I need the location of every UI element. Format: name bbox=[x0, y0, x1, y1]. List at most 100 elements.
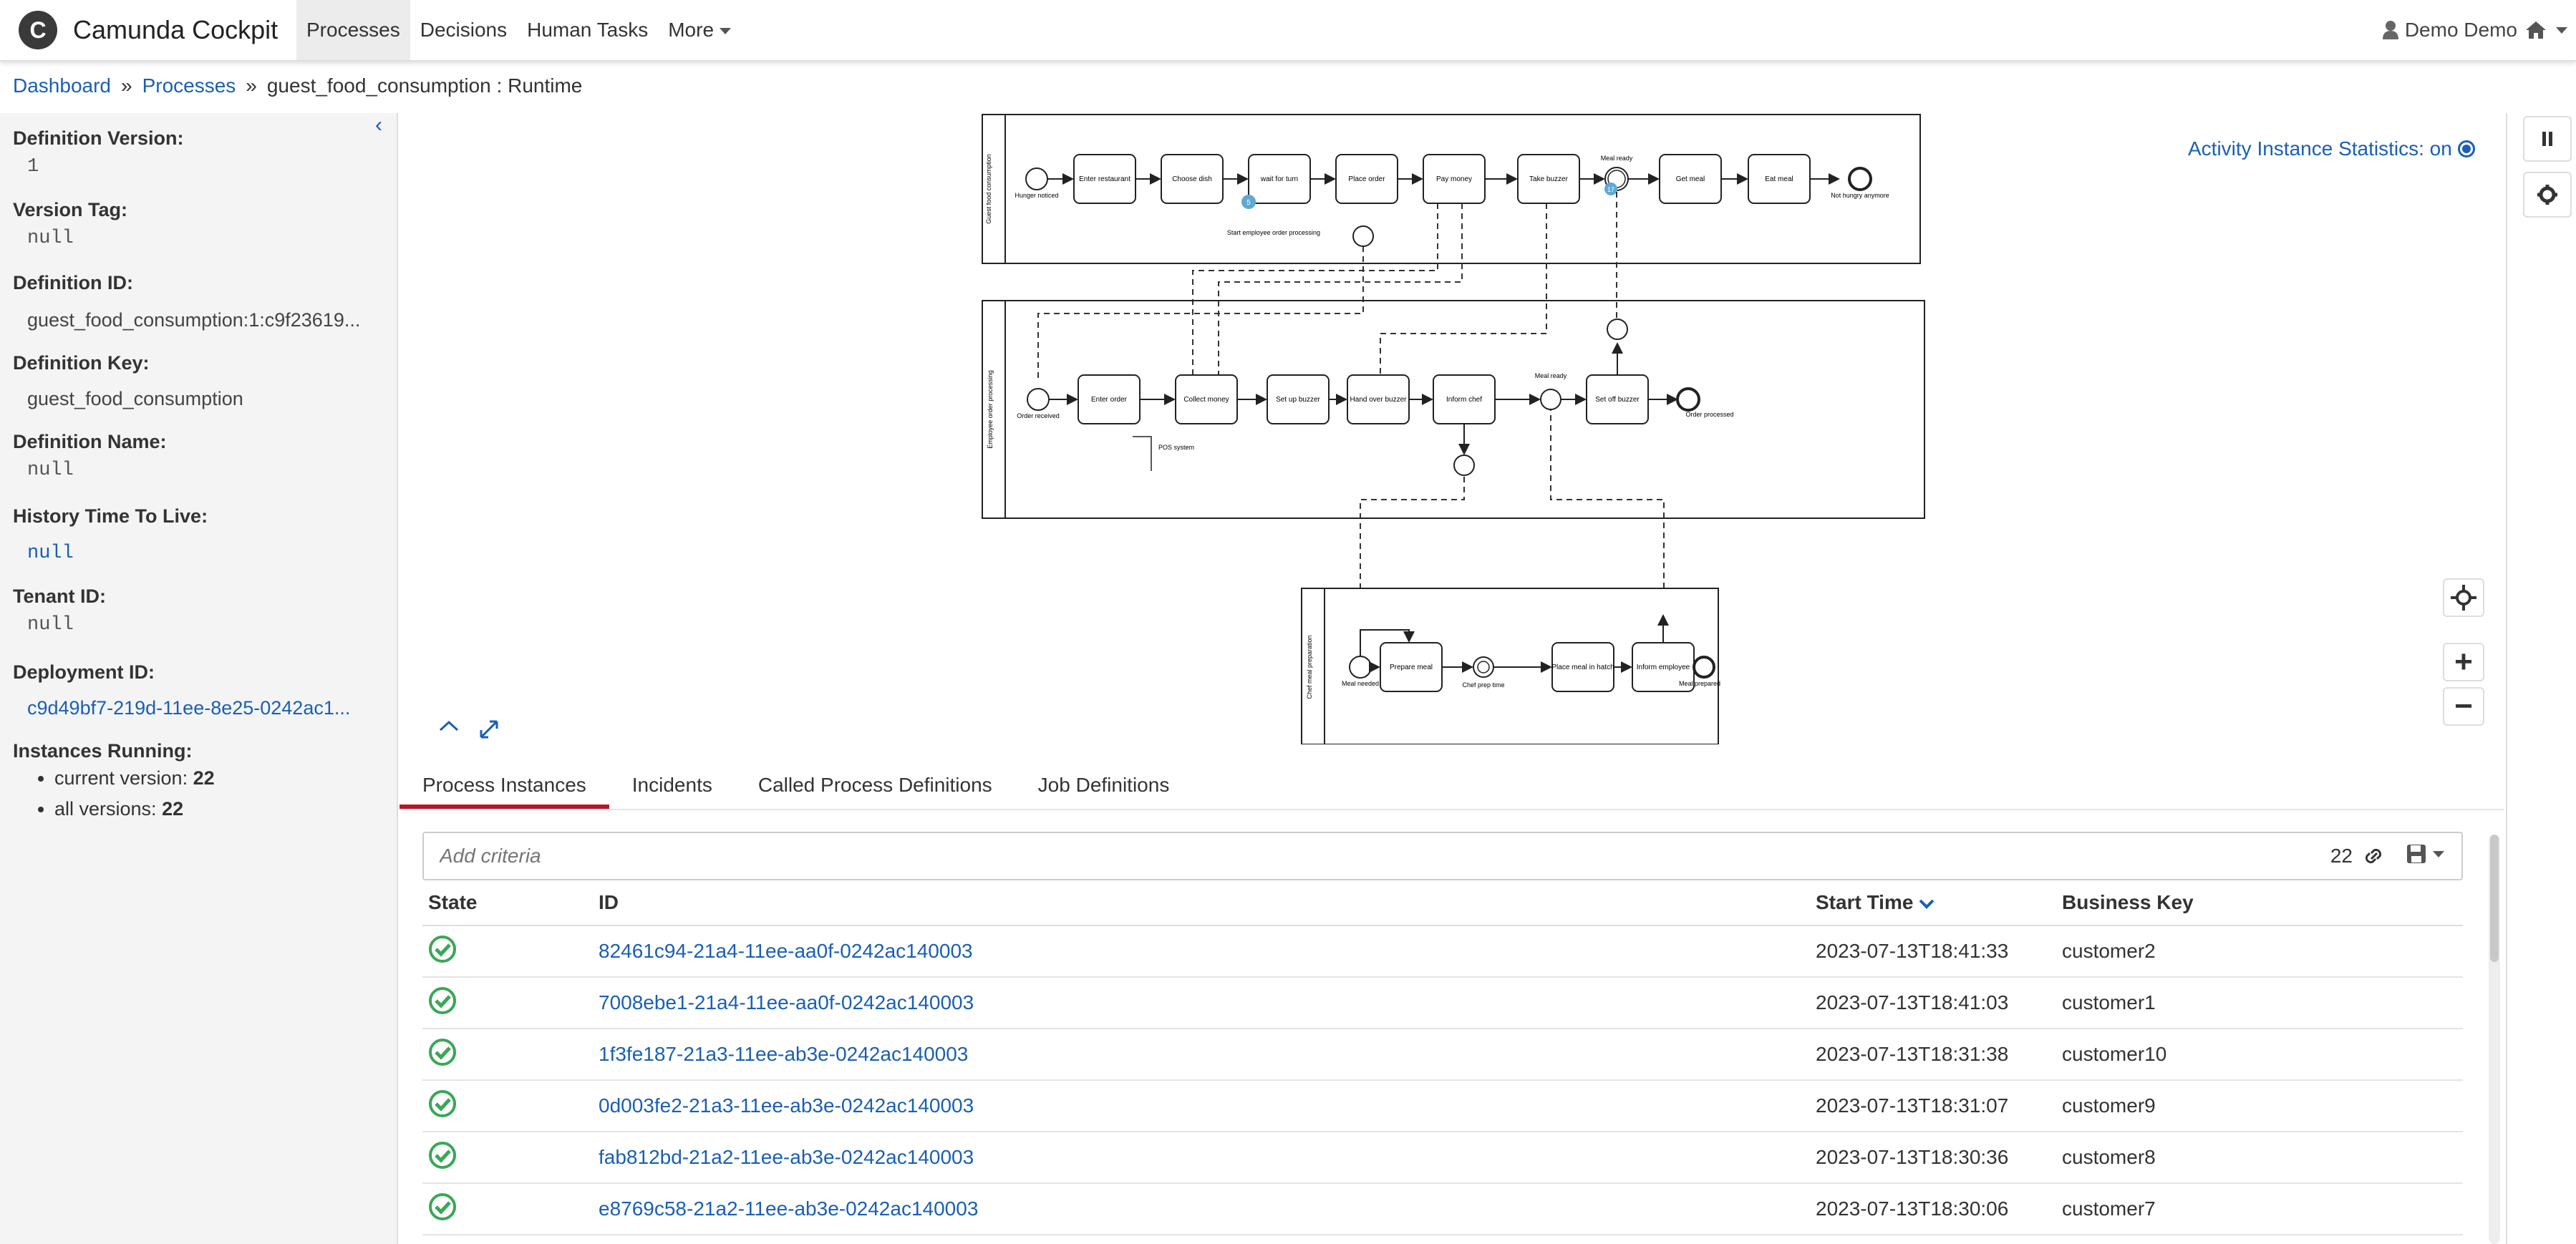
breadcrumb: Dashboard » Processes » guest_food_consu… bbox=[13, 74, 582, 97]
user-menu[interactable]: Demo Demo bbox=[2382, 0, 2517, 60]
camunda-logo-icon: C bbox=[19, 11, 57, 49]
definition-id-label: Definition ID: bbox=[13, 272, 133, 293]
event-label: Order processed bbox=[1685, 411, 1733, 418]
pool-employee-label: Employee order processing bbox=[987, 370, 994, 449]
task-label: Enter restaurant bbox=[1079, 175, 1130, 183]
minus-icon: − bbox=[2454, 689, 2473, 724]
tab-incidents[interactable]: Incidents bbox=[609, 753, 735, 809]
panel-divider bbox=[2506, 113, 2507, 1244]
start-time-header-label: Start Time bbox=[1816, 891, 1914, 913]
nav-item-processes[interactable]: Processes bbox=[296, 0, 410, 60]
event-label: Not hungry anymore bbox=[1831, 192, 1889, 199]
bpmn-diagram[interactable]: Guest food consumption Hunger noticed En… bbox=[400, 113, 2504, 744]
column-header-state[interactable]: State bbox=[422, 891, 599, 914]
task-label: Prepare meal bbox=[1390, 664, 1433, 671]
home-menu[interactable] bbox=[2524, 0, 2567, 60]
task-label: Take buzzer bbox=[1529, 175, 1569, 183]
column-header-business-key[interactable]: Business Key bbox=[2062, 891, 2449, 914]
event-label: Meal needed bbox=[1342, 680, 1379, 687]
table-row: 1f3fe187-21a3-11ee-ab3e-0242ac140003 202… bbox=[422, 1029, 2463, 1081]
deployment-id-label: Deployment ID: bbox=[13, 661, 155, 683]
zoom-out-button[interactable]: − bbox=[2443, 687, 2484, 726]
table-row: fab812bd-21a2-11ee-ab3e-0242ac140003 202… bbox=[422, 1132, 2463, 1184]
check-circle-icon bbox=[429, 1192, 456, 1220]
task-label: Set up buzzer bbox=[1276, 396, 1320, 404]
filter-criteria-input[interactable] bbox=[440, 840, 2086, 872]
check-circle-icon bbox=[429, 1038, 456, 1066]
definition-name-value: null bbox=[27, 460, 74, 481]
instance-id-link[interactable]: 1f3fe187-21a3-11ee-ab3e-0242ac140003 bbox=[599, 1043, 1816, 1066]
instance-id-link[interactable]: e8769c58-21a2-11ee-ab3e-0242ac140003 bbox=[599, 1197, 1816, 1220]
message-throw-event[interactable] bbox=[1352, 225, 1374, 247]
activity-stats-toggle[interactable]: Activity Instance Statistics: on bbox=[2188, 137, 2475, 160]
history-ttl-label: History Time To Live: bbox=[13, 505, 208, 527]
event-label: Meal ready bbox=[1601, 155, 1633, 162]
brand[interactable]: C Camunda Cockpit bbox=[19, 9, 278, 52]
event-label: Hunger noticed bbox=[1015, 192, 1058, 199]
business-key: customer7 bbox=[2062, 1197, 2156, 1220]
instance-id-link[interactable]: 0d003fe2-21a3-11ee-ab3e-0242ac140003 bbox=[599, 1094, 1816, 1117]
diagram-mini-tools bbox=[438, 719, 500, 740]
definition-version-label: Definition Version: bbox=[13, 127, 184, 149]
start-time: 2023-07-13T18:41:33 bbox=[1816, 940, 2009, 962]
task-label: Choose dish bbox=[1172, 175, 1212, 183]
process-instances-table: State ID Start Time Business Key 82461c9… bbox=[422, 880, 2463, 1235]
end-event[interactable] bbox=[1676, 387, 1700, 412]
end-event[interactable] bbox=[1848, 167, 1872, 191]
pause-icon bbox=[2542, 132, 2552, 146]
nav-item-human-tasks[interactable]: Human Tasks bbox=[517, 0, 658, 60]
nav-item-decisions[interactable]: Decisions bbox=[410, 0, 517, 60]
all-versions-count: all versions: 22 bbox=[54, 798, 215, 820]
column-header-id[interactable]: ID bbox=[599, 891, 1816, 914]
collapse-sidebar-icon[interactable]: ‹ bbox=[375, 113, 382, 137]
instance-id-link[interactable]: fab812bd-21a2-11ee-ab3e-0242ac140003 bbox=[599, 1146, 1816, 1169]
table-row: e8769c58-21a2-11ee-ab3e-0242ac140003 202… bbox=[422, 1184, 2463, 1235]
breadcrumb-dashboard[interactable]: Dashboard bbox=[13, 74, 111, 97]
pause-button[interactable] bbox=[2523, 116, 2572, 162]
pool-guest: Guest food consumption Hunger noticed En… bbox=[982, 114, 1921, 264]
filter-box: 22 bbox=[422, 832, 2463, 880]
breadcrumb-processes[interactable]: Processes bbox=[142, 74, 236, 97]
message-start-event[interactable] bbox=[1349, 656, 1372, 679]
deployment-id-link[interactable]: c9d49bf7-219d-11ee-8e25-0242ac1... bbox=[27, 697, 350, 719]
message-start-event[interactable] bbox=[1027, 388, 1050, 411]
start-event[interactable] bbox=[1025, 167, 1048, 190]
sort-desc-icon[interactable] bbox=[1919, 899, 1935, 909]
start-time: 2023-07-13T18:31:38 bbox=[1816, 1043, 2009, 1065]
tab-job-definitions[interactable]: Job Definitions bbox=[1015, 753, 1193, 809]
table-scrollbar[interactable] bbox=[2489, 835, 2500, 1244]
zoom-in-button[interactable]: + bbox=[2443, 643, 2484, 681]
message-catch-event[interactable] bbox=[1540, 389, 1561, 410]
link-icon[interactable] bbox=[2361, 843, 2386, 869]
nav-item-more[interactable]: More bbox=[658, 0, 741, 60]
task-label: Eat meal bbox=[1765, 175, 1793, 183]
tab-called-process-definitions[interactable]: Called Process Definitions bbox=[735, 753, 1015, 809]
settings-button[interactable] bbox=[2523, 172, 2572, 218]
table-header: State ID Start Time Business Key bbox=[422, 880, 2463, 926]
task-label: Place meal in hatch bbox=[1551, 664, 1614, 671]
tenant-id-label: Tenant ID: bbox=[13, 585, 106, 607]
chevron-up-icon[interactable] bbox=[438, 719, 460, 733]
instance-id-link[interactable]: 7008ebe1-21a4-11ee-aa0f-0242ac140003 bbox=[599, 991, 1816, 1014]
task-label: Collect money bbox=[1183, 396, 1229, 404]
clock-icon bbox=[1477, 661, 1490, 674]
tab-process-instances[interactable]: Process Instances bbox=[400, 753, 609, 809]
history-ttl-value[interactable]: null bbox=[27, 543, 74, 564]
save-search-button[interactable] bbox=[2406, 843, 2444, 865]
badge-count: 17 bbox=[1607, 186, 1614, 193]
end-event[interactable] bbox=[1693, 656, 1715, 679]
event-label: Start employee order processing bbox=[1227, 229, 1320, 236]
message-throw-event[interactable] bbox=[1453, 455, 1475, 476]
business-key: customer2 bbox=[2062, 940, 2156, 962]
task-label: Pay money bbox=[1436, 175, 1472, 183]
task-label: Inform employee bbox=[1637, 664, 1690, 671]
reset-zoom-button[interactable] bbox=[2443, 578, 2484, 617]
column-header-start-time[interactable]: Start Time bbox=[1816, 891, 2062, 914]
instance-id-link[interactable]: 82461c94-21a4-11ee-aa0f-0242ac140003 bbox=[599, 940, 1816, 963]
check-circle-icon bbox=[429, 1141, 456, 1169]
start-time: 2023-07-13T18:31:07 bbox=[1816, 1094, 2009, 1117]
version-tag-label: Version Tag: bbox=[13, 199, 128, 220]
message-throw-event[interactable] bbox=[1607, 319, 1628, 340]
result-count: 22 bbox=[2330, 845, 2353, 867]
expand-icon[interactable] bbox=[478, 719, 500, 740]
